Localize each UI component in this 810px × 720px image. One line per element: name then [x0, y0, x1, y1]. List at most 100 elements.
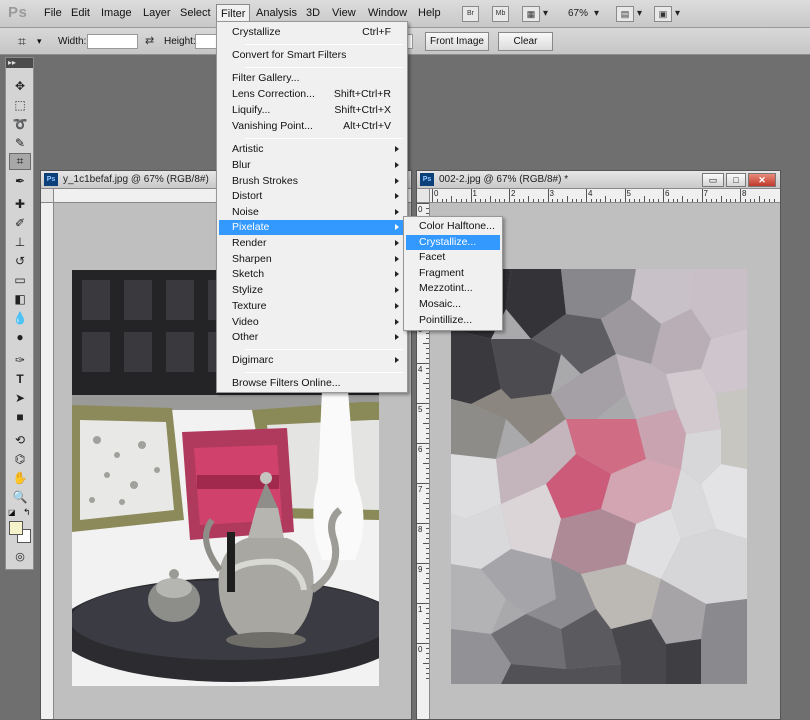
submenu-arrow-icon [395, 209, 399, 215]
menu-item-last-filter[interactable]: Crystallize Ctrl+F [219, 25, 405, 40]
menu-item-texture[interactable]: Texture [219, 299, 405, 314]
ruler-tick [426, 393, 429, 394]
foreground-color-swatch[interactable] [9, 521, 23, 535]
vertical-ruler[interactable] [41, 203, 54, 719]
zoom-tool-icon[interactable]: 🔍 [9, 488, 31, 505]
zoom-dropdown-icon[interactable]: ▾ [594, 8, 599, 19]
healing-brush-icon[interactable]: ✚ [9, 195, 31, 212]
swap-colors-icon[interactable]: ↰ [23, 507, 31, 518]
zoom-level[interactable]: 67% [568, 8, 588, 19]
ruler-origin[interactable] [417, 189, 430, 203]
ruler-origin[interactable] [41, 189, 54, 203]
menu-item-mezzotint[interactable]: Mezzotint... [406, 281, 500, 296]
arrange-documents-button[interactable]: ▤ [616, 6, 634, 22]
screen-mode-button[interactable]: ▣ [654, 6, 672, 22]
crop-tool-icon[interactable]: ⌗ [18, 33, 26, 50]
menu-item-video[interactable]: Video [219, 315, 405, 330]
ruler-tick [417, 443, 429, 444]
menu-item-other[interactable]: Other [219, 330, 405, 345]
move-tool-icon[interactable]: ✥ [9, 77, 31, 94]
menu-select[interactable]: Select [180, 7, 211, 19]
menu-item-brush-strokes[interactable]: Brush Strokes [219, 174, 405, 189]
menu-item-facet[interactable]: Facet [406, 250, 500, 265]
ruler-tick [417, 643, 429, 644]
shape-tool-icon[interactable]: ■ [9, 408, 31, 425]
blur-tool-icon[interactable]: 💧 [9, 309, 31, 326]
brush-tool-icon[interactable]: ✐ [9, 214, 31, 231]
clear-button[interactable]: Clear [498, 32, 553, 51]
photoshop-window: Ps File Edit Image Layer Select Filter A… [0, 0, 810, 720]
ruler-tick [441, 199, 443, 202]
3d-camera-icon[interactable]: ⌬ [9, 450, 31, 467]
tool-preset-dropdown-icon[interactable]: ▾ [37, 36, 42, 47]
screen-mode-dropdown-icon[interactable]: ▾ [675, 8, 680, 19]
dodge-tool-icon[interactable]: ● [9, 328, 31, 345]
close-button[interactable]: ✕ [748, 173, 776, 187]
menu-item-fragment[interactable]: Fragment [406, 266, 500, 281]
menu-item-browse-filters-online[interactable]: Browse Filters Online... [219, 376, 405, 391]
menu-file[interactable]: File [44, 7, 62, 19]
arrange-dropdown-icon[interactable]: ▾ [637, 8, 642, 19]
crop-tool-icon[interactable]: ⌗ [9, 153, 31, 170]
default-colors-icon[interactable]: ◪ [8, 508, 16, 517]
maximize-button[interactable]: □ [726, 173, 746, 187]
menu-item-mosaic[interactable]: Mosaic... [406, 297, 500, 312]
quick-selection-icon[interactable]: ✎ [9, 134, 31, 151]
eraser-icon[interactable]: ▭ [9, 271, 31, 288]
type-tool-icon[interactable]: T [9, 370, 31, 387]
front-image-button[interactable]: Front Image [425, 32, 489, 51]
menu-item-pixelate[interactable]: Pixelate [219, 220, 405, 235]
menu-item-vanishing-point[interactable]: Vanishing Point... Alt+Ctrl+V [219, 119, 405, 134]
menu-image[interactable]: Image [101, 7, 132, 19]
hand-tool-icon[interactable]: ✋ [9, 469, 31, 486]
gradient-tool-icon[interactable]: ◧ [9, 290, 31, 307]
3d-rotate-icon[interactable]: ⟲ [9, 431, 31, 448]
menu-item-sharpen[interactable]: Sharpen [219, 252, 405, 267]
path-selection-icon[interactable]: ➤ [9, 389, 31, 406]
ruler-tick [426, 388, 429, 389]
view-extras-button[interactable]: ▦ [522, 6, 540, 22]
marquee-tool-icon[interactable]: ⬚ [9, 96, 31, 113]
ruler-tick [423, 423, 429, 424]
dropdown-arrow-icon[interactable]: ▾ [543, 8, 548, 19]
menu-window[interactable]: Window [368, 7, 407, 19]
menu-item-crystallize[interactable]: Crystallize... [406, 235, 500, 250]
menu-item-sketch[interactable]: Sketch [219, 267, 405, 282]
history-brush-icon[interactable]: ↺ [9, 252, 31, 269]
menu-item-render[interactable]: Render [219, 236, 405, 251]
menu-item-filter-gallery[interactable]: Filter Gallery... [219, 71, 405, 86]
menu-item-noise[interactable]: Noise [219, 205, 405, 220]
document-titlebar[interactable]: Ps 002-2.jpg @ 67% (RGB/8#) * ▭ □ ✕ [417, 171, 780, 189]
menu-item-artistic[interactable]: Artistic [219, 142, 405, 157]
menu-layer[interactable]: Layer [143, 7, 171, 19]
height-input[interactable] [195, 34, 217, 49]
menu-item-lens-correction[interactable]: Lens Correction... Shift+Ctrl+R [219, 87, 405, 102]
menu-item-blur[interactable]: Blur [219, 158, 405, 173]
menu-item-distort[interactable]: Distort [219, 189, 405, 204]
quick-mask-icon[interactable]: ◎ [9, 548, 31, 565]
lasso-tool-icon[interactable]: ➰ [9, 115, 31, 132]
menu-item-color-halftone[interactable]: Color Halftone... [406, 219, 500, 234]
menu-3d[interactable]: 3D [306, 7, 320, 19]
menu-item-stylize[interactable]: Stylize [219, 283, 405, 298]
menu-help[interactable]: Help [418, 7, 441, 19]
bridge-button[interactable]: Br [462, 6, 479, 22]
menu-view[interactable]: View [332, 7, 356, 19]
horizontal-ruler[interactable]: 0123456789 [430, 189, 780, 203]
swap-dimensions-icon[interactable]: ⇄ [145, 34, 154, 47]
ruler-tick [417, 363, 429, 364]
menu-item-convert-smart-filters[interactable]: Convert for Smart Filters [219, 48, 405, 63]
eyedropper-icon[interactable]: ✒ [9, 172, 31, 189]
pen-tool-icon[interactable]: ✑ [9, 351, 31, 368]
minimize-button[interactable]: ▭ [702, 173, 724, 187]
menu-item-liquify[interactable]: Liquify... Shift+Ctrl+X [219, 103, 405, 118]
menu-item-pointillize[interactable]: Pointillize... [406, 313, 500, 328]
menu-edit[interactable]: Edit [71, 7, 90, 19]
arrange-icon: ▤ [620, 9, 630, 19]
tools-panel-header[interactable]: ▸▸ [6, 58, 33, 68]
clone-stamp-icon[interactable]: ⊥ [9, 233, 31, 250]
menu-item-digimarc[interactable]: Digimarc [219, 353, 405, 368]
menu-analysis[interactable]: Analysis [256, 7, 297, 19]
minibridge-button[interactable]: Mb [492, 6, 509, 22]
width-input[interactable] [87, 34, 138, 49]
